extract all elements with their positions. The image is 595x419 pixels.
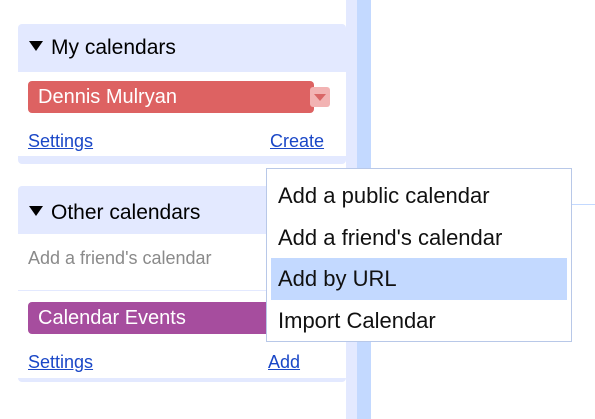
calendar-name: Calendar Events: [38, 307, 186, 329]
calendar-item-dennis-mulryan[interactable]: Dennis Mulryan: [28, 81, 314, 113]
menu-item-add-by-url[interactable]: Add by URL: [271, 258, 567, 300]
my-calendars-settings-link[interactable]: Settings: [28, 131, 93, 152]
create-calendar-link[interactable]: Create: [270, 131, 324, 152]
other-calendars-settings-link[interactable]: Settings: [28, 352, 93, 373]
collapse-triangle-icon: [29, 41, 43, 52]
calendar-options-dropdown-icon[interactable]: [310, 87, 330, 107]
my-calendars-header[interactable]: My calendars: [29, 36, 176, 60]
menu-item-import-calendar[interactable]: Import Calendar: [267, 300, 571, 342]
add-friend-calendar-input[interactable]: Add a friend's calendar: [28, 248, 266, 269]
my-calendars-panel: My calendars Dennis Mulryan Settings Cre…: [18, 24, 346, 164]
menu-item-add-friends-calendar[interactable]: Add a friend's calendar: [267, 217, 571, 259]
add-calendar-link[interactable]: Add: [268, 352, 300, 373]
menu-item-add-public-calendar[interactable]: Add a public calendar: [267, 175, 571, 217]
collapse-triangle-icon: [29, 206, 43, 217]
other-calendars-header[interactable]: Other calendars: [29, 201, 200, 225]
my-calendars-list: Dennis Mulryan Settings Create: [18, 72, 346, 156]
add-calendar-menu: Add a public calendar Add a friend's cal…: [266, 168, 572, 342]
my-calendars-title: My calendars: [51, 36, 176, 59]
calendar-item-calendar-events[interactable]: Calendar Events: [28, 302, 273, 334]
other-calendars-title: Other calendars: [51, 201, 201, 224]
calendar-name: Dennis Mulryan: [38, 86, 177, 108]
